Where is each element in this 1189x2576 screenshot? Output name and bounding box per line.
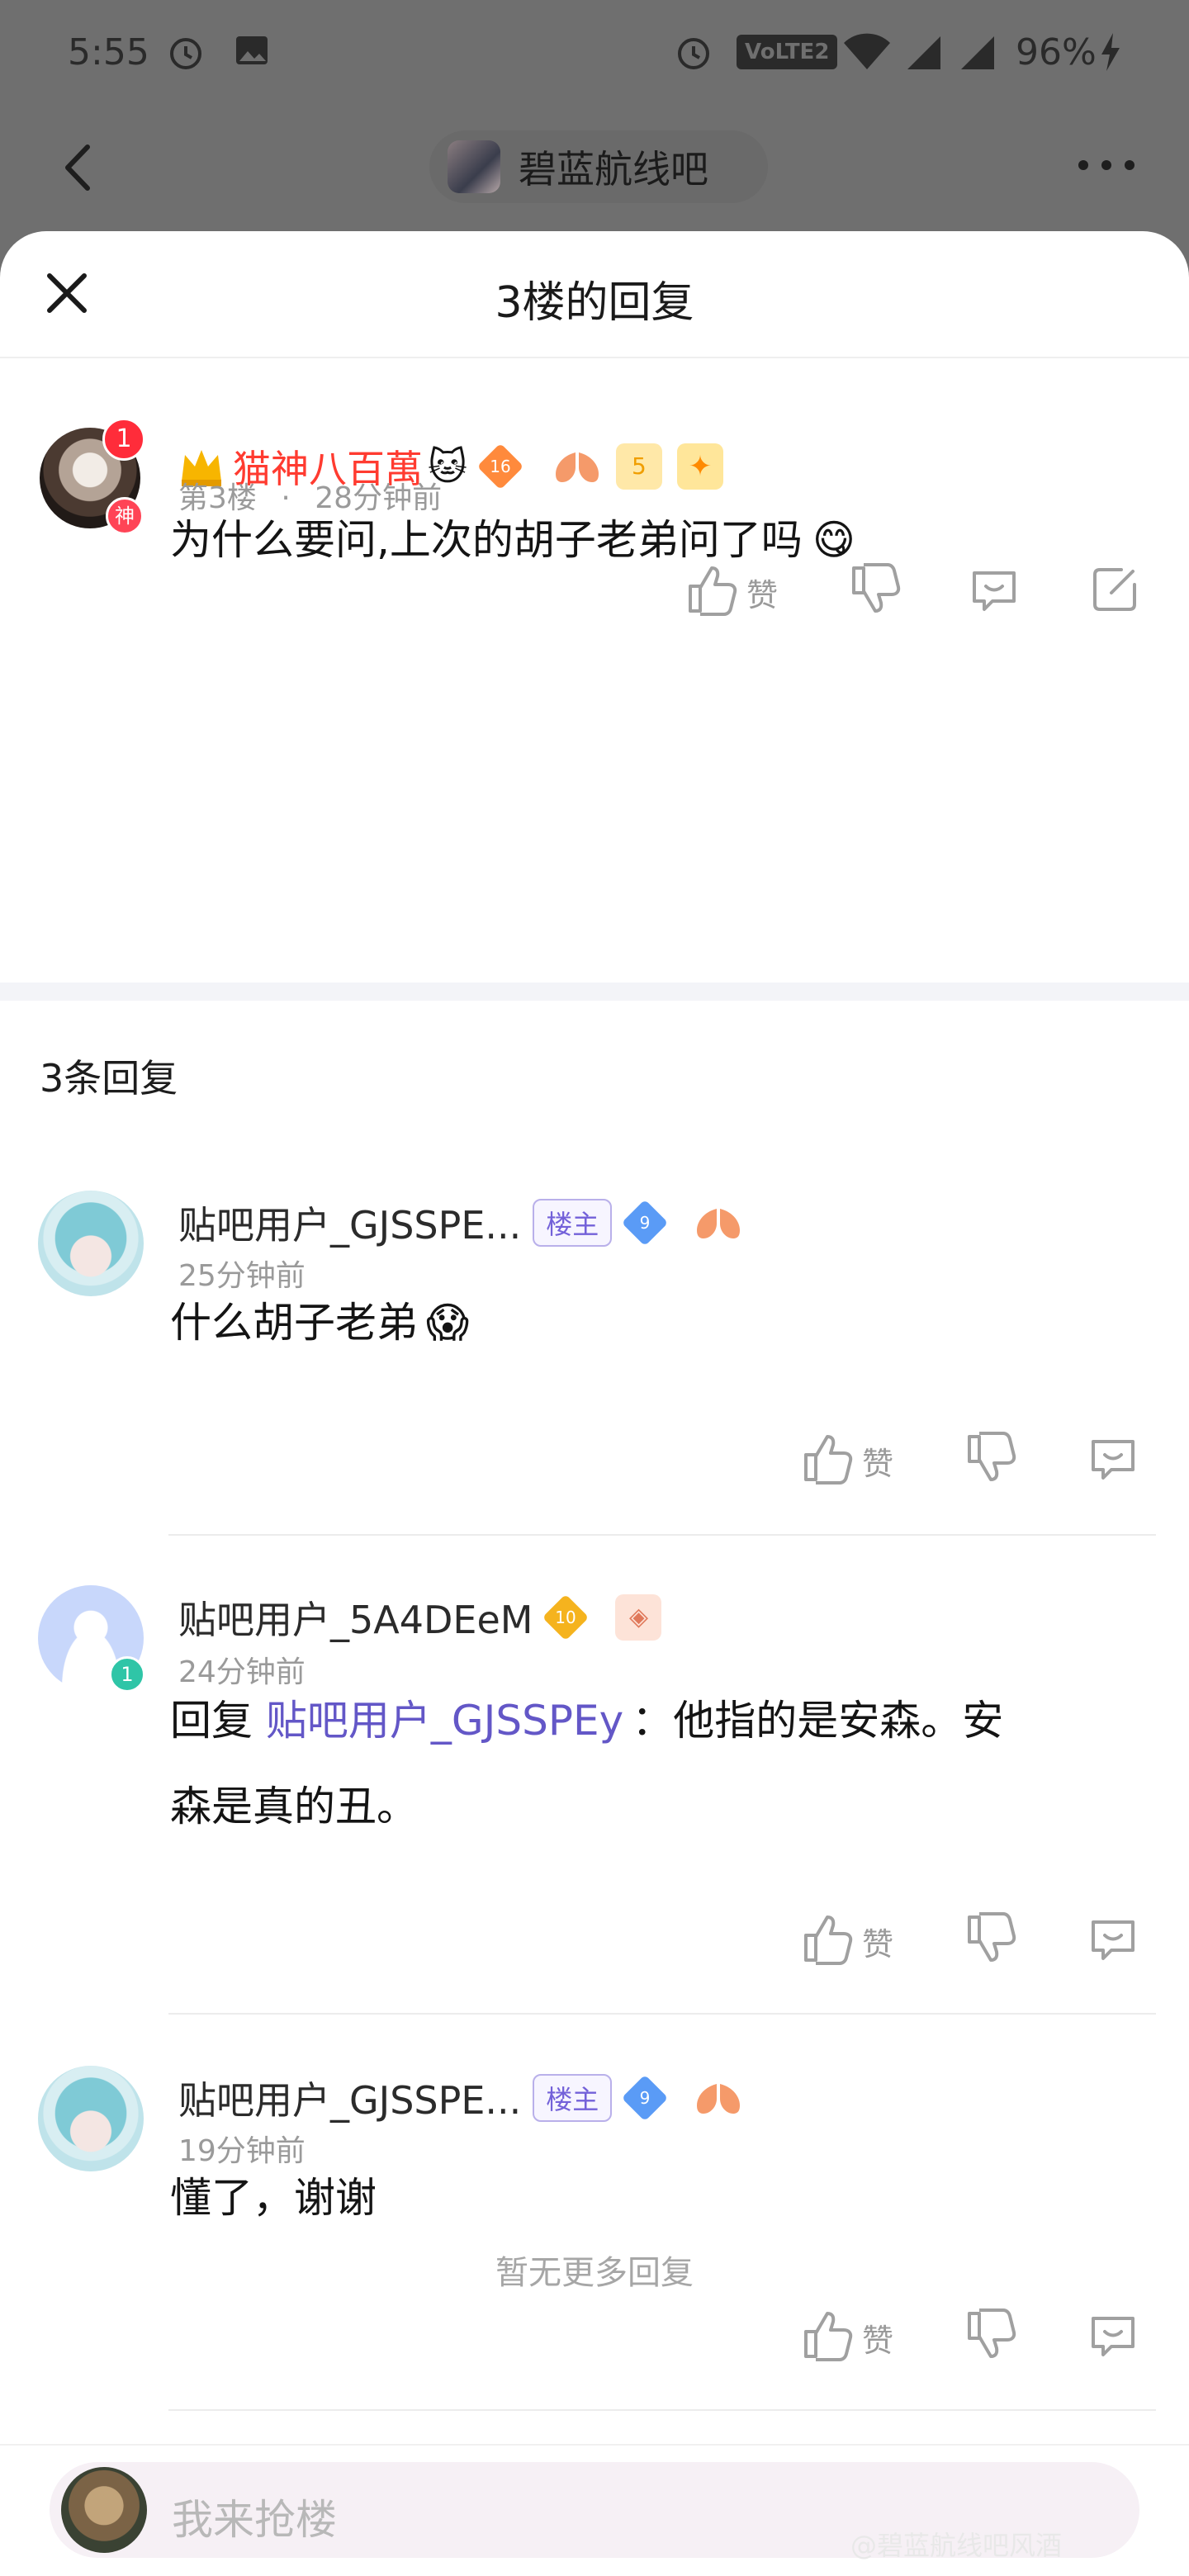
author-name[interactable]: 贴吧用户_GJSSPE... [178, 1196, 521, 1250]
reply-target-link[interactable]: 贴吧用户_GJSSPEy [266, 1697, 623, 1745]
sheet-header: 3楼的回复 [0, 231, 1189, 358]
input-placeholder[interactable]: 我来抢楼 [172, 2487, 337, 2546]
sheet-title: 3楼的回复 [495, 278, 694, 328]
edit-icon[interactable] [1088, 563, 1141, 616]
like-icon[interactable] [801, 1912, 854, 1965]
author-row: 贴吧用户_5A4DEeM 10 ◈ [178, 1590, 662, 1645]
like-icon[interactable] [685, 563, 738, 616]
face-ornament-icon: ◈ [615, 1594, 662, 1641]
notification-badge: 1 [102, 418, 145, 461]
comment-icon[interactable] [1087, 1432, 1139, 1485]
battery-level: 96% [1016, 31, 1097, 73]
author-row: 贴吧用户_GJSSPE... 楼主 9 [178, 2071, 742, 2125]
tongue-emoji: 😋 [812, 516, 856, 564]
forum-pill[interactable]: 碧蓝航线吧 [429, 130, 768, 203]
dislike-icon[interactable] [964, 1912, 1017, 1965]
dislike-icon[interactable] [849, 563, 902, 616]
scared-emoji: 😱 [426, 1299, 470, 1347]
like-label[interactable]: 赞 [862, 1438, 893, 1484]
list-item: 1 贴吧用户_5A4DEeM 10 ◈ 24分钟前 回复 贴吧用户_GJSSPE… [0, 1536, 1189, 2015]
signal-icon-1 [907, 36, 940, 69]
charging-icon [1101, 33, 1120, 71]
forum-name: 碧蓝航线吧 [519, 147, 708, 192]
lungs-ornament-icon [697, 2084, 741, 2114]
no-more-replies: 暂无更多回复 [495, 2254, 694, 2292]
like-label[interactable]: 赞 [746, 570, 778, 615]
avatar[interactable] [38, 1191, 144, 1296]
level-badge: 9 [622, 1199, 669, 1247]
author-name[interactable]: 贴吧用户_5A4DEeM [178, 1590, 533, 1645]
reply-sheet: 3楼的回复 1 神 猫神八百萬 🐱 16 5 ✦ 第3楼 · 28分钟前 为什么… [0, 231, 1189, 2576]
god-badge: 神 [106, 497, 144, 535]
comment-icon[interactable] [968, 563, 1021, 616]
level-badge: 10 [542, 1593, 590, 1641]
main-post: 1 神 猫神八百萬 🐱 16 5 ✦ 第3楼 · 28分钟前 为什么要问,上次的… [0, 357, 1189, 984]
dislike-icon[interactable] [964, 1432, 1017, 1485]
back-arrow-icon[interactable] [51, 139, 109, 197]
spark-ornament-icon: ✦ [676, 443, 723, 490]
author-row: 贴吧用户_GJSSPE... 楼主 9 [178, 1196, 742, 1250]
op-tag: 楼主 [533, 1199, 613, 1247]
like-icon[interactable] [801, 1432, 854, 1485]
wifi-icon [844, 33, 890, 69]
lungs-ornament-icon [555, 452, 599, 482]
section-divider [0, 983, 1189, 1001]
reply-content: 懂了，谢谢 [170, 2174, 377, 2222]
like-icon[interactable] [801, 2308, 854, 2361]
op-tag: 楼主 [533, 2074, 613, 2122]
watermark: @碧蓝航线吧风酒 [850, 2530, 1063, 2561]
comment-icon[interactable] [1087, 2308, 1139, 2361]
comment-icon[interactable] [1087, 1912, 1139, 1965]
forum-avatar [448, 140, 500, 193]
forum-header: 碧蓝航线吧 [0, 116, 1189, 223]
self-avatar [61, 2467, 147, 2553]
dislike-icon[interactable] [964, 2308, 1017, 2361]
more-options-icon[interactable] [1073, 149, 1139, 182]
avatar[interactable] [38, 2066, 144, 2171]
image-icon [236, 36, 268, 64]
alarm-icon-right [678, 38, 709, 69]
level-one-badge: 1 [109, 1656, 145, 1693]
level-badge: 16 [476, 443, 524, 490]
reply-count: 3条回复 [40, 1056, 178, 1101]
list-item: 贴吧用户_GJSSPE... 楼主 9 19分钟前 懂了，谢谢 赞 [0, 2015, 1189, 2411]
author-name[interactable]: 贴吧用户_GJSSPE... [178, 2071, 521, 2125]
reply-content: 回复 贴吧用户_GJSSPEy ：他指的是安森。安 森是真的丑。 [170, 1697, 1004, 1830]
sub-level-badge: 5 [615, 443, 662, 490]
like-label[interactable]: 赞 [862, 1919, 893, 1964]
divider [168, 2409, 1156, 2411]
signal-icon-2 [961, 36, 994, 69]
list-item: 贴吧用户_GJSSPE... 楼主 9 25分钟前 什么胡子老弟 😱 赞 [0, 1139, 1189, 1536]
alarm-icon [170, 38, 201, 69]
reply-content: 什么胡子老弟 😱 [170, 1299, 470, 1347]
status-time: 5:55 [68, 31, 149, 73]
like-label[interactable]: 赞 [862, 2315, 893, 2361]
level-badge: 9 [622, 2074, 669, 2122]
volte-badge: VoLTE2 [737, 35, 838, 69]
status-bar: 5:55 VoLTE2 96% [0, 0, 1189, 107]
lungs-ornament-icon [697, 1209, 741, 1238]
